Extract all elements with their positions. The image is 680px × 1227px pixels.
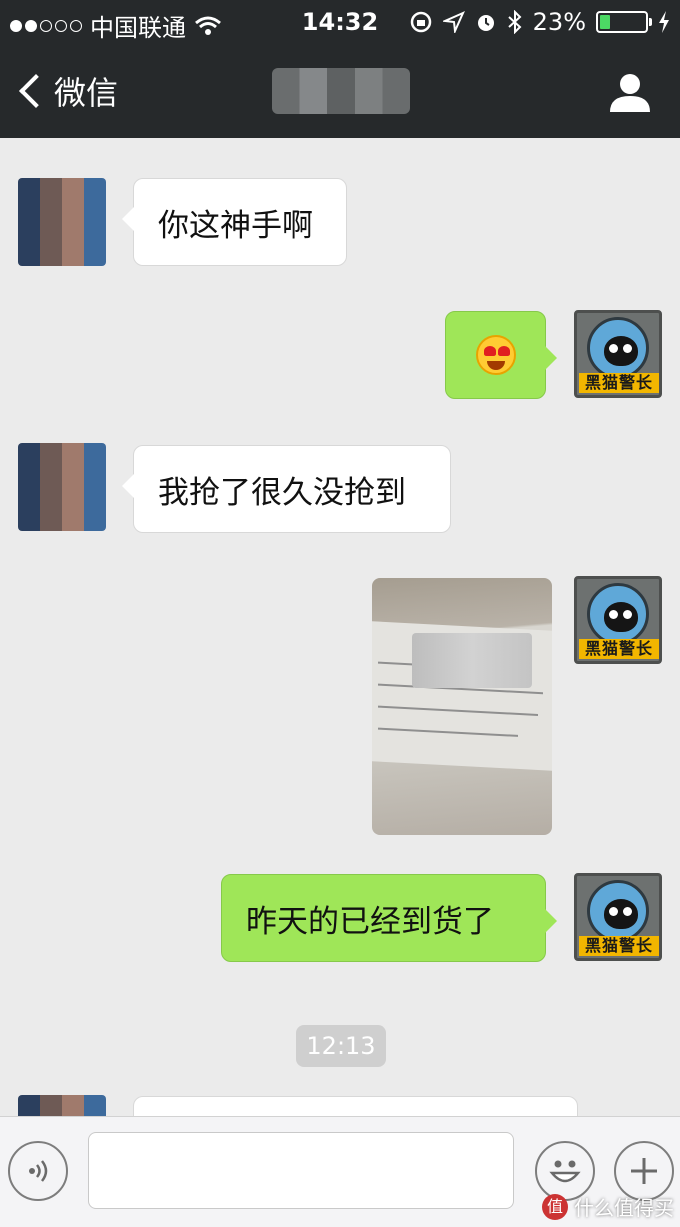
incoming-message[interactable] xyxy=(133,1096,578,1116)
back-label: 微信 xyxy=(54,74,119,112)
heart-eyes-emoji-icon xyxy=(475,335,516,375)
watermark: 值 什么值得买 xyxy=(542,1192,674,1221)
chevron-left-icon xyxy=(19,74,53,108)
bluetooth-icon xyxy=(507,10,522,34)
my-avatar[interactable]: 黑猫警长 xyxy=(574,576,662,664)
my-avatar[interactable]: 黑猫警长 xyxy=(574,310,662,398)
contact-name-redacted xyxy=(272,68,410,114)
location-icon xyxy=(442,11,465,33)
incoming-message[interactable]: 你这神手啊 xyxy=(122,178,347,266)
watermark-logo-icon: 值 xyxy=(542,1193,568,1220)
message-input[interactable] xyxy=(88,1132,514,1209)
back-button[interactable]: 微信 xyxy=(14,68,118,114)
outgoing-message[interactable] xyxy=(445,311,557,399)
black-cat-icon xyxy=(587,583,649,645)
black-cat-icon xyxy=(587,317,649,379)
status-right: 23% xyxy=(409,8,670,36)
my-avatar[interactable]: 黑猫警长 xyxy=(574,873,662,961)
profile-icon[interactable] xyxy=(608,70,652,114)
alarm-icon xyxy=(477,15,494,31)
outgoing-message[interactable]: 昨天的已经到货了 xyxy=(221,874,557,962)
contact-avatar[interactable] xyxy=(18,178,106,266)
battery-icon xyxy=(596,11,652,33)
avatar-label: 黑猫警长 xyxy=(579,373,659,393)
message-text: 昨天的已经到货了 xyxy=(246,903,494,940)
orientation-lock-icon xyxy=(410,11,431,33)
message-text: 我抢了很久没抢到 xyxy=(158,474,406,511)
avatar-label: 黑猫警长 xyxy=(579,936,659,956)
nav-bar: 微信 xyxy=(0,46,680,138)
watermark-text: 什么值得买 xyxy=(574,1196,674,1220)
status-bar: 中国联通 14:32 23% xyxy=(0,0,680,46)
contact-avatar[interactable] xyxy=(18,1095,106,1116)
battery-percent: 23% xyxy=(532,8,586,36)
chat-area[interactable]: 你这神手啊 黑猫警长 我抢了很久没抢到 黑猫警长 昨天的已经到货了 黑猫警长 1… xyxy=(0,138,680,1116)
redacted-area xyxy=(412,633,532,688)
input-bar: 值 什么值得买 xyxy=(0,1116,680,1227)
black-cat-icon xyxy=(587,880,649,942)
plus-icon xyxy=(631,1158,657,1184)
contact-avatar[interactable] xyxy=(18,443,106,531)
voice-icon xyxy=(29,1160,48,1182)
message-text: 你这神手啊 xyxy=(158,207,313,244)
timestamp: 12:13 xyxy=(296,1025,386,1067)
voice-button[interactable] xyxy=(8,1141,68,1201)
receipt-photo-message[interactable] xyxy=(372,578,552,835)
smiley-icon xyxy=(549,1160,581,1183)
incoming-message[interactable]: 我抢了很久没抢到 xyxy=(122,445,451,533)
charging-icon xyxy=(659,11,669,33)
avatar-label: 黑猫警长 xyxy=(579,639,659,659)
